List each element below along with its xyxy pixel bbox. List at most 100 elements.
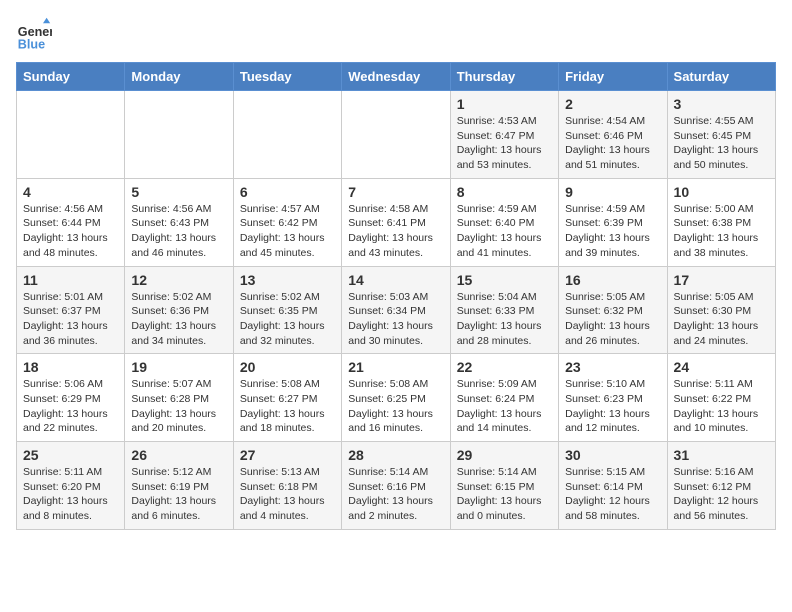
day-info: Sunrise: 4:55 AM Sunset: 6:45 PM Dayligh… bbox=[674, 114, 769, 173]
calendar-cell: 22 Sunrise: 5:09 AM Sunset: 6:24 PM Dayli… bbox=[450, 354, 558, 442]
calendar-cell: 20 Sunrise: 5:08 AM Sunset: 6:27 PM Dayli… bbox=[233, 354, 341, 442]
calendar-cell: 28Sunrise: 5:14 AM Sunset: 6:16 PM Dayli… bbox=[342, 442, 450, 530]
calendar-cell: 16 Sunrise: 5:05 AM Sunset: 6:32 PM Dayli… bbox=[559, 266, 667, 354]
day-info: Sunrise: 4:54 AM Sunset: 6:46 PM Dayligh… bbox=[565, 114, 660, 173]
calendar-cell: 26Sunrise: 5:12 AM Sunset: 6:19 PM Dayli… bbox=[125, 442, 233, 530]
day-info: Sunrise: 5:02 AM Sunset: 6:35 PM Dayligh… bbox=[240, 290, 335, 349]
calendar-cell: 19 Sunrise: 5:07 AM Sunset: 6:28 PM Dayli… bbox=[125, 354, 233, 442]
col-header-sunday: Sunday bbox=[17, 63, 125, 91]
day-number: 1 bbox=[457, 96, 552, 112]
day-info: Sunrise: 5:00 AM Sunset: 6:38 PM Dayligh… bbox=[674, 202, 769, 261]
day-info: Sunrise: 4:53 AM Sunset: 6:47 PM Dayligh… bbox=[457, 114, 552, 173]
day-number: 10 bbox=[674, 184, 769, 200]
day-info: Sunrise: 5:14 AM Sunset: 6:15 PM Dayligh… bbox=[457, 465, 552, 524]
day-info: Sunrise: 5:09 AM Sunset: 6:24 PM Dayligh… bbox=[457, 377, 552, 436]
day-info: Sunrise: 5:11 AM Sunset: 6:20 PM Dayligh… bbox=[23, 465, 118, 524]
calendar-cell: 13 Sunrise: 5:02 AM Sunset: 6:35 PM Dayli… bbox=[233, 266, 341, 354]
calendar-cell: 3 Sunrise: 4:55 AM Sunset: 6:45 PM Daylig… bbox=[667, 91, 775, 179]
calendar-cell: 8Sunrise: 4:59 AM Sunset: 6:40 PM Daylig… bbox=[450, 178, 558, 266]
day-info: Sunrise: 5:06 AM Sunset: 6:29 PM Dayligh… bbox=[23, 377, 118, 436]
day-info: Sunrise: 5:13 AM Sunset: 6:18 PM Dayligh… bbox=[240, 465, 335, 524]
day-number: 9 bbox=[565, 184, 660, 200]
day-number: 20 bbox=[240, 359, 335, 375]
calendar-cell: 21 Sunrise: 5:08 AM Sunset: 6:25 PM Dayli… bbox=[342, 354, 450, 442]
calendar-cell: 10 Sunrise: 5:00 AM Sunset: 6:38 PM Dayli… bbox=[667, 178, 775, 266]
calendar-cell bbox=[342, 91, 450, 179]
day-info: Sunrise: 5:03 AM Sunset: 6:34 PM Dayligh… bbox=[348, 290, 443, 349]
calendar-cell: 4Sunrise: 4:56 AM Sunset: 6:44 PM Daylig… bbox=[17, 178, 125, 266]
day-number: 16 bbox=[565, 272, 660, 288]
col-header-friday: Friday bbox=[559, 63, 667, 91]
calendar-cell bbox=[125, 91, 233, 179]
calendar-cell: 9Sunrise: 4:59 AM Sunset: 6:39 PM Daylig… bbox=[559, 178, 667, 266]
day-number: 17 bbox=[674, 272, 769, 288]
day-number: 13 bbox=[240, 272, 335, 288]
day-info: Sunrise: 5:10 AM Sunset: 6:23 PM Dayligh… bbox=[565, 377, 660, 436]
svg-text:Blue: Blue bbox=[18, 37, 45, 51]
col-header-wednesday: Wednesday bbox=[342, 63, 450, 91]
calendar-cell: 6Sunrise: 4:57 AM Sunset: 6:42 PM Daylig… bbox=[233, 178, 341, 266]
day-number: 27 bbox=[240, 447, 335, 463]
day-number: 5 bbox=[131, 184, 226, 200]
logo: General Blue bbox=[16, 16, 52, 52]
day-info: Sunrise: 5:04 AM Sunset: 6:33 PM Dayligh… bbox=[457, 290, 552, 349]
calendar-cell: 17 Sunrise: 5:05 AM Sunset: 6:30 PM Dayli… bbox=[667, 266, 775, 354]
calendar-cell: 25 Sunrise: 5:11 AM Sunset: 6:20 PM Dayli… bbox=[17, 442, 125, 530]
day-info: Sunrise: 5:08 AM Sunset: 6:27 PM Dayligh… bbox=[240, 377, 335, 436]
day-info: Sunrise: 5:11 AM Sunset: 6:22 PM Dayligh… bbox=[674, 377, 769, 436]
calendar-cell: 2 Sunrise: 4:54 AM Sunset: 6:46 PM Daylig… bbox=[559, 91, 667, 179]
day-number: 8 bbox=[457, 184, 552, 200]
calendar-cell: 23Sunrise: 5:10 AM Sunset: 6:23 PM Dayli… bbox=[559, 354, 667, 442]
calendar-cell: 15 Sunrise: 5:04 AM Sunset: 6:33 PM Dayli… bbox=[450, 266, 558, 354]
day-info: Sunrise: 4:56 AM Sunset: 6:44 PM Dayligh… bbox=[23, 202, 118, 261]
col-header-thursday: Thursday bbox=[450, 63, 558, 91]
calendar-cell: 27 Sunrise: 5:13 AM Sunset: 6:18 PM Dayli… bbox=[233, 442, 341, 530]
calendar-cell: 5 Sunrise: 4:56 AM Sunset: 6:43 PM Daylig… bbox=[125, 178, 233, 266]
day-info: Sunrise: 4:58 AM Sunset: 6:41 PM Dayligh… bbox=[348, 202, 443, 261]
day-info: Sunrise: 5:07 AM Sunset: 6:28 PM Dayligh… bbox=[131, 377, 226, 436]
page-header: General Blue bbox=[16, 16, 776, 52]
day-info: Sunrise: 5:12 AM Sunset: 6:19 PM Dayligh… bbox=[131, 465, 226, 524]
calendar-cell bbox=[233, 91, 341, 179]
calendar-table: SundayMondayTuesdayWednesdayThursdayFrid… bbox=[16, 62, 776, 530]
day-number: 7 bbox=[348, 184, 443, 200]
col-header-tuesday: Tuesday bbox=[233, 63, 341, 91]
day-info: Sunrise: 5:15 AM Sunset: 6:14 PM Dayligh… bbox=[565, 465, 660, 524]
day-info: Sunrise: 4:57 AM Sunset: 6:42 PM Dayligh… bbox=[240, 202, 335, 261]
day-number: 31 bbox=[674, 447, 769, 463]
day-info: Sunrise: 5:16 AM Sunset: 6:12 PM Dayligh… bbox=[674, 465, 769, 524]
calendar-cell: 29Sunrise: 5:14 AM Sunset: 6:15 PM Dayli… bbox=[450, 442, 558, 530]
col-header-monday: Monday bbox=[125, 63, 233, 91]
day-number: 11 bbox=[23, 272, 118, 288]
day-info: Sunrise: 5:02 AM Sunset: 6:36 PM Dayligh… bbox=[131, 290, 226, 349]
day-number: 12 bbox=[131, 272, 226, 288]
day-number: 24 bbox=[674, 359, 769, 375]
day-info: Sunrise: 5:05 AM Sunset: 6:30 PM Dayligh… bbox=[674, 290, 769, 349]
day-number: 14 bbox=[348, 272, 443, 288]
day-number: 15 bbox=[457, 272, 552, 288]
day-number: 21 bbox=[348, 359, 443, 375]
calendar-cell: 18 Sunrise: 5:06 AM Sunset: 6:29 PM Dayli… bbox=[17, 354, 125, 442]
calendar-cell: 12 Sunrise: 5:02 AM Sunset: 6:36 PM Dayli… bbox=[125, 266, 233, 354]
day-number: 19 bbox=[131, 359, 226, 375]
day-number: 18 bbox=[23, 359, 118, 375]
day-number: 3 bbox=[674, 96, 769, 112]
calendar-cell bbox=[17, 91, 125, 179]
day-number: 30 bbox=[565, 447, 660, 463]
calendar-cell: 24 Sunrise: 5:11 AM Sunset: 6:22 PM Dayli… bbox=[667, 354, 775, 442]
day-info: Sunrise: 5:14 AM Sunset: 6:16 PM Dayligh… bbox=[348, 465, 443, 524]
calendar-cell: 11Sunrise: 5:01 AM Sunset: 6:37 PM Dayli… bbox=[17, 266, 125, 354]
day-info: Sunrise: 4:56 AM Sunset: 6:43 PM Dayligh… bbox=[131, 202, 226, 261]
day-number: 2 bbox=[565, 96, 660, 112]
day-info: Sunrise: 5:08 AM Sunset: 6:25 PM Dayligh… bbox=[348, 377, 443, 436]
calendar-cell: 14 Sunrise: 5:03 AM Sunset: 6:34 PM Dayli… bbox=[342, 266, 450, 354]
calendar-cell: 30 Sunrise: 5:15 AM Sunset: 6:14 PM Dayli… bbox=[559, 442, 667, 530]
calendar-cell: 7 Sunrise: 4:58 AM Sunset: 6:41 PM Daylig… bbox=[342, 178, 450, 266]
calendar-cell: 31 Sunrise: 5:16 AM Sunset: 6:12 PM Dayli… bbox=[667, 442, 775, 530]
logo-icon: General Blue bbox=[16, 16, 52, 52]
day-number: 25 bbox=[23, 447, 118, 463]
calendar-cell: 1 Sunrise: 4:53 AM Sunset: 6:47 PM Daylig… bbox=[450, 91, 558, 179]
day-info: Sunrise: 5:05 AM Sunset: 6:32 PM Dayligh… bbox=[565, 290, 660, 349]
day-number: 22 bbox=[457, 359, 552, 375]
col-header-saturday: Saturday bbox=[667, 63, 775, 91]
